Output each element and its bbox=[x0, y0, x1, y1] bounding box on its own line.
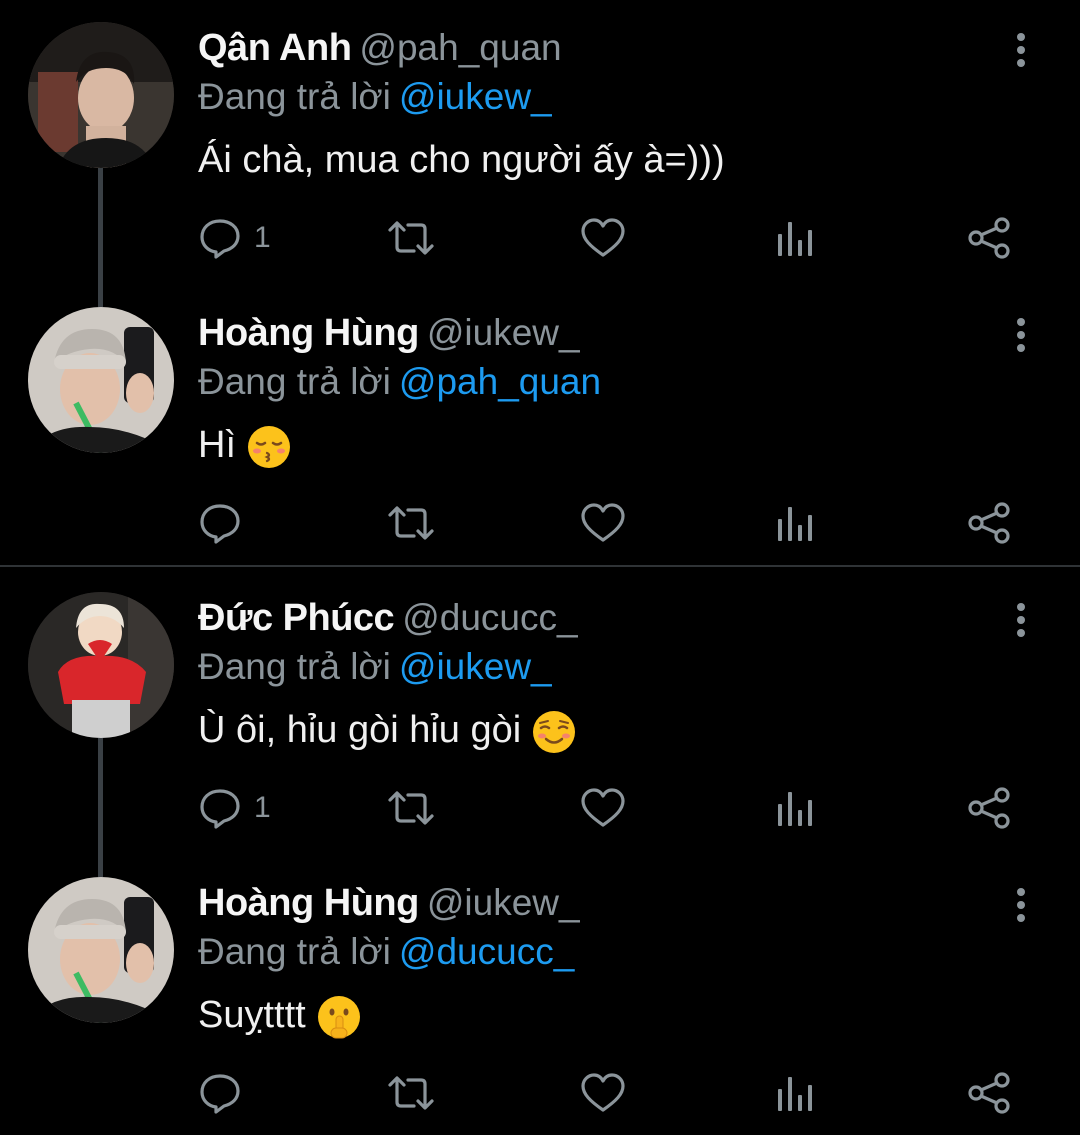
mention-link[interactable]: @pah_quan bbox=[399, 361, 601, 402]
heart-icon bbox=[580, 502, 626, 544]
shushing-face-icon bbox=[316, 994, 362, 1040]
reply-feed: Qân Anh @pah_quan Đang trả lời @iukew_ Ái … bbox=[0, 0, 1080, 1124]
share-icon bbox=[966, 217, 1012, 259]
tweet[interactable]: Hoàng Hùng @iukew_ Đang trả lời @pah_quan … bbox=[0, 285, 1080, 565]
user-handle[interactable]: @iukew_ bbox=[427, 312, 580, 353]
more-vertical-icon[interactable] bbox=[1000, 881, 1042, 929]
avatar[interactable] bbox=[28, 592, 174, 738]
tweet-text-content: Suỵtttt bbox=[198, 994, 306, 1036]
more-vertical-icon[interactable] bbox=[1000, 26, 1042, 74]
like-button[interactable] bbox=[580, 1065, 626, 1121]
retweet-button[interactable] bbox=[386, 495, 436, 551]
comment-bubble-icon bbox=[198, 501, 242, 545]
comment-bubble-icon bbox=[198, 216, 242, 260]
display-name[interactable]: Qân Anh bbox=[198, 27, 352, 69]
comment-bubble-icon bbox=[198, 786, 242, 830]
replying-to: Đang trả lời @iukew_ bbox=[198, 72, 552, 122]
bar-chart-icon bbox=[774, 218, 816, 258]
heart-icon bbox=[580, 787, 626, 829]
retweet-button[interactable] bbox=[386, 210, 436, 266]
views-button[interactable] bbox=[774, 495, 816, 551]
tweet-text: Ù ôi, hỉu gòi hỉu gòi bbox=[198, 704, 577, 756]
retweet-icon bbox=[386, 503, 436, 543]
replying-to: Đang trả lời @ducucc_ bbox=[198, 927, 574, 977]
replying-to-label: Đang trả lời bbox=[198, 646, 391, 687]
like-button[interactable] bbox=[580, 210, 626, 266]
tweet-text-content: Ù ôi, hỉu gòi hỉu gòi bbox=[198, 709, 522, 751]
retweet-button[interactable] bbox=[386, 1065, 436, 1121]
tweet-text: Suỵtttt bbox=[198, 989, 362, 1041]
display-name[interactable]: Hoàng Hùng bbox=[198, 312, 419, 354]
tweet-actions bbox=[0, 495, 1080, 551]
views-button[interactable] bbox=[774, 780, 816, 836]
smiling-face-icon bbox=[531, 709, 577, 755]
tweet-text-content: Hì bbox=[198, 424, 236, 466]
like-button[interactable] bbox=[580, 495, 626, 551]
more-vertical-icon[interactable] bbox=[1000, 596, 1042, 644]
more-vertical-icon[interactable] bbox=[1000, 311, 1042, 359]
share-button[interactable] bbox=[966, 210, 1012, 266]
reply-count: 1 bbox=[254, 221, 271, 254]
user-handle[interactable]: @pah_quan bbox=[359, 27, 561, 68]
tweet[interactable]: Đức Phúcc @ducucc_ Đang trả lời @iukew_ Ù … bbox=[0, 570, 1080, 885]
tweet-text-content: Ái chà, mua cho người ấy à=))) bbox=[198, 139, 725, 181]
avatar[interactable] bbox=[28, 22, 174, 168]
heart-icon bbox=[580, 1072, 626, 1114]
display-name[interactable]: Đức Phúcc bbox=[198, 597, 395, 639]
mention-link[interactable]: @iukew_ bbox=[399, 646, 552, 687]
reply-count: 1 bbox=[254, 791, 271, 824]
tweet[interactable]: Qân Anh @pah_quan Đang trả lời @iukew_ Ái … bbox=[0, 0, 1080, 315]
bar-chart-icon bbox=[774, 503, 816, 543]
heart-icon bbox=[580, 217, 626, 259]
like-button[interactable] bbox=[580, 780, 626, 836]
avatar[interactable] bbox=[28, 307, 174, 453]
avatar[interactable] bbox=[28, 877, 174, 1023]
replying-to: Đang trả lời @pah_quan bbox=[198, 357, 601, 407]
display-name[interactable]: Hoàng Hùng bbox=[198, 882, 419, 924]
retweet-icon bbox=[386, 218, 436, 258]
replying-to-label: Đang trả lời bbox=[198, 76, 391, 117]
user-handle[interactable]: @ducucc_ bbox=[402, 597, 577, 638]
share-button[interactable] bbox=[966, 780, 1012, 836]
reply-button[interactable]: 1 bbox=[198, 780, 271, 836]
retweet-icon bbox=[386, 788, 436, 828]
replying-to: Đang trả lời @iukew_ bbox=[198, 642, 552, 692]
share-button[interactable] bbox=[966, 495, 1012, 551]
bar-chart-icon bbox=[774, 788, 816, 828]
tweet-actions: 1 bbox=[0, 780, 1080, 836]
tweet-text: Hì bbox=[198, 419, 292, 471]
views-button[interactable] bbox=[774, 1065, 816, 1121]
share-icon bbox=[966, 787, 1012, 829]
views-button[interactable] bbox=[774, 210, 816, 266]
replying-to-label: Đang trả lời bbox=[198, 931, 391, 972]
tweet-actions bbox=[0, 1065, 1080, 1121]
share-button[interactable] bbox=[966, 1065, 1012, 1121]
retweet-icon bbox=[386, 1073, 436, 1113]
reply-button[interactable] bbox=[198, 495, 254, 551]
thread-divider bbox=[0, 565, 1080, 567]
replying-to-label: Đang trả lời bbox=[198, 361, 391, 402]
tweet-text: Ái chà, mua cho người ấy à=))) bbox=[198, 134, 725, 186]
user-handle[interactable]: @iukew_ bbox=[427, 882, 580, 923]
share-icon bbox=[966, 1072, 1012, 1114]
comment-bubble-icon bbox=[198, 1071, 242, 1115]
kissing-face-with-closed-eyes-icon bbox=[246, 424, 292, 470]
mention-link[interactable]: @iukew_ bbox=[399, 76, 552, 117]
mention-link[interactable]: @ducucc_ bbox=[399, 931, 574, 972]
tweet[interactable]: Hoàng Hùng @iukew_ Đang trả lời @ducucc_ S… bbox=[0, 855, 1080, 1135]
bar-chart-icon bbox=[774, 1073, 816, 1113]
share-icon bbox=[966, 502, 1012, 544]
tweet-actions: 1 bbox=[0, 210, 1080, 266]
reply-button[interactable] bbox=[198, 1065, 254, 1121]
retweet-button[interactable] bbox=[386, 780, 436, 836]
reply-button[interactable]: 1 bbox=[198, 210, 271, 266]
